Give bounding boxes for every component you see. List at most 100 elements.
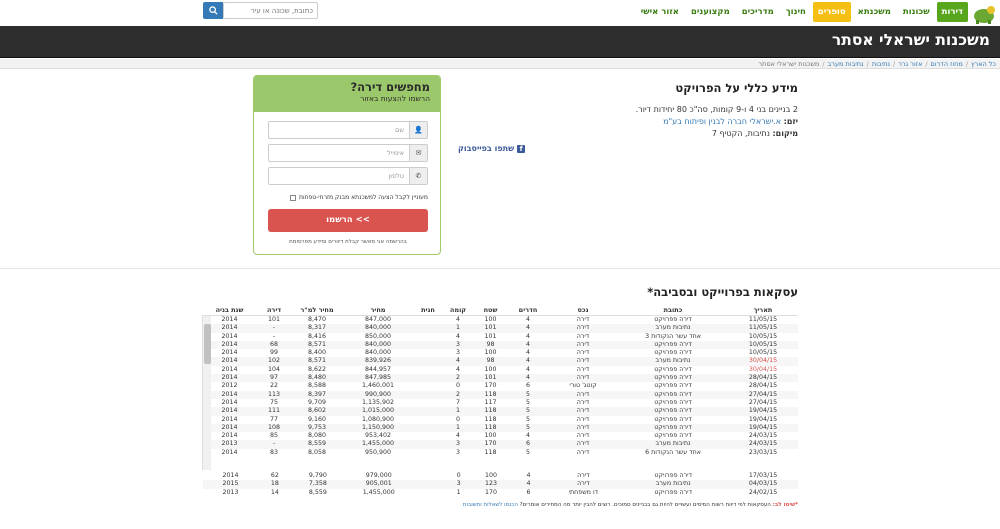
table-cell: 77 bbox=[269, 415, 278, 423]
table-scrollbar[interactable] bbox=[202, 316, 211, 470]
main-menu: דירות שכונות משכנתא סופרים חינוך מדריכים… bbox=[636, 2, 968, 22]
table-cell: 4 bbox=[525, 365, 530, 373]
table-cell: 11/05/15 bbox=[748, 324, 778, 332]
table-cell: 847,000 bbox=[364, 316, 392, 323]
nav-guides[interactable]: מדריכים bbox=[737, 2, 779, 22]
table-cell: 979,000 bbox=[365, 472, 392, 479]
scrollbar-thumb[interactable] bbox=[204, 324, 211, 364]
breadcrumb-item[interactable]: מחוז הדרום bbox=[931, 59, 963, 69]
table-cell bbox=[413, 391, 443, 399]
table-cell: 5 bbox=[525, 415, 530, 423]
column-header[interactable]: דירה bbox=[257, 305, 291, 315]
table-cell: 100 bbox=[484, 316, 497, 323]
table-cell: 840,000 bbox=[364, 324, 392, 332]
column-header[interactable]: חדרים bbox=[508, 305, 548, 315]
breadcrumb-item[interactable]: נתיבות bbox=[872, 59, 890, 69]
email-field[interactable]: ✉ אימייל bbox=[268, 144, 428, 162]
table-cell: - bbox=[272, 332, 276, 340]
table-cell: 5 bbox=[525, 423, 530, 431]
table-cell bbox=[413, 382, 443, 390]
table-cell bbox=[413, 449, 443, 457]
column-header[interactable]: קומה bbox=[443, 305, 473, 315]
breadcrumb-item[interactable]: כל הארץ bbox=[971, 59, 996, 69]
user-icon: 👤 bbox=[409, 122, 427, 138]
table-cell: דירה bbox=[576, 332, 590, 340]
table-cell: דירה bbox=[576, 390, 590, 398]
table-cell: 30/04/15 bbox=[748, 365, 778, 373]
column-header[interactable]: תאריך bbox=[728, 305, 798, 315]
nav-education[interactable]: חינוך bbox=[781, 2, 811, 22]
faq-link[interactable]: הכנסו לשאלות ותשובות bbox=[463, 502, 518, 508]
table-cell: 24/02/15 bbox=[748, 488, 778, 496]
table-cell: 118 bbox=[484, 390, 497, 398]
column-header[interactable]: נכס bbox=[548, 305, 618, 315]
table-cell bbox=[413, 374, 443, 382]
table-cell: דירה bbox=[576, 440, 590, 448]
facebook-share-button[interactable]: f שתפו בפייסבוק bbox=[458, 144, 798, 153]
signup-form: מחפשים דירה? הרשמו להצעות באזור 👤 שם ✉ א… bbox=[253, 75, 441, 255]
table-cell: 8,559 bbox=[308, 488, 327, 496]
table-cell: 9,753 bbox=[307, 423, 327, 431]
table-cell: 3 bbox=[455, 340, 460, 348]
table-cell: 28/04/15 bbox=[748, 374, 778, 382]
table-cell: 100 bbox=[485, 472, 498, 479]
table-cell: 8,080 bbox=[307, 432, 327, 440]
column-header[interactable]: מחיר למ"ר bbox=[291, 305, 343, 315]
table-cell: 4 bbox=[525, 340, 530, 348]
table-cell: 4 bbox=[525, 332, 530, 340]
table-cell: 6 bbox=[525, 382, 530, 390]
table-cell: 840,000 bbox=[364, 349, 392, 357]
breadcrumb-item[interactable]: נתיבות מערב bbox=[828, 59, 864, 69]
table-row: 23/03/15 אחד עשר הנקודות 6 דירה 5 118 3 950,90… bbox=[202, 449, 798, 457]
table-cell bbox=[414, 489, 444, 497]
table-cell: 4 bbox=[526, 472, 531, 479]
table-cell bbox=[413, 416, 443, 424]
table-cell: 117 bbox=[484, 398, 497, 406]
site-logo[interactable] bbox=[970, 1, 998, 25]
table-cell: 98 bbox=[486, 357, 495, 365]
name-field[interactable]: 👤 שם bbox=[268, 121, 428, 139]
nav-mortgage[interactable]: משכנתא bbox=[853, 2, 896, 22]
table-cell: 850,000 bbox=[364, 332, 392, 340]
column-header[interactable]: כתובת bbox=[618, 305, 728, 315]
table-cell: 113 bbox=[267, 390, 281, 398]
table-cell: דירה bbox=[576, 324, 590, 332]
table-cell: 7,358 bbox=[308, 480, 327, 488]
register-button[interactable]: הרשמו << bbox=[268, 209, 428, 232]
nav-neighborhoods[interactable]: שכונות bbox=[898, 2, 935, 22]
table-cell: 3 bbox=[455, 440, 460, 448]
table-cell: 1 bbox=[456, 488, 461, 496]
table-cell bbox=[413, 341, 443, 349]
table-cell: דירה פפרויקט bbox=[654, 432, 692, 440]
table-cell: 17/03/15 bbox=[748, 472, 778, 479]
column-header[interactable]: שנת בניה bbox=[202, 305, 257, 315]
search-input[interactable] bbox=[223, 2, 318, 19]
search-button[interactable] bbox=[203, 2, 223, 19]
column-header[interactable]: שטח bbox=[473, 305, 508, 315]
phone-field[interactable]: ✆ טלפון bbox=[268, 167, 428, 185]
table-cell: 8,559 bbox=[307, 440, 327, 448]
table-cell: 4 bbox=[525, 316, 530, 323]
nav-personal-area[interactable]: אזור אישי bbox=[636, 2, 684, 22]
table-cell: 4 bbox=[525, 349, 530, 357]
info-location: מיקום: נתיבות, הקטיף 7 bbox=[711, 129, 798, 138]
table-cell: 98 bbox=[486, 340, 495, 348]
table-cell: - bbox=[272, 440, 276, 448]
table-row: 24/02/15 דירה פפרויקט דו משפחתי 6 170 1 1,455,… bbox=[203, 489, 798, 497]
column-header[interactable]: מחיר bbox=[343, 305, 413, 315]
nav-professionals[interactable]: מקצוענים bbox=[686, 2, 735, 22]
developer-link[interactable]: א.ישראלי חברה לבנין ופיתוח בע"מ bbox=[663, 117, 781, 126]
nav-apartments[interactable]: דירות bbox=[936, 2, 968, 22]
table-cell: 3 bbox=[455, 448, 460, 456]
nav-supers[interactable]: סופרים bbox=[812, 2, 851, 22]
section-divider bbox=[0, 268, 1000, 269]
breadcrumb-item[interactable]: אזור גרר bbox=[898, 59, 922, 69]
table-cell: 101 bbox=[484, 374, 497, 382]
column-header[interactable]: חנית bbox=[413, 305, 443, 315]
table-cell: 4 bbox=[525, 357, 530, 365]
table-row: 11/05/15 נתיבות מערב דירה 4 101 1 840,000 8,317… bbox=[202, 324, 798, 333]
mortgage-checkbox[interactable]: מעוניין לקבל הצעה למשכנתא מבנק מזרחי-טפח… bbox=[268, 194, 428, 201]
table-cell: 953,402 bbox=[364, 432, 392, 440]
form-subtitle: הרשמו להצעות באזור bbox=[360, 94, 430, 103]
form-title: מחפשים דירה? bbox=[350, 80, 430, 94]
